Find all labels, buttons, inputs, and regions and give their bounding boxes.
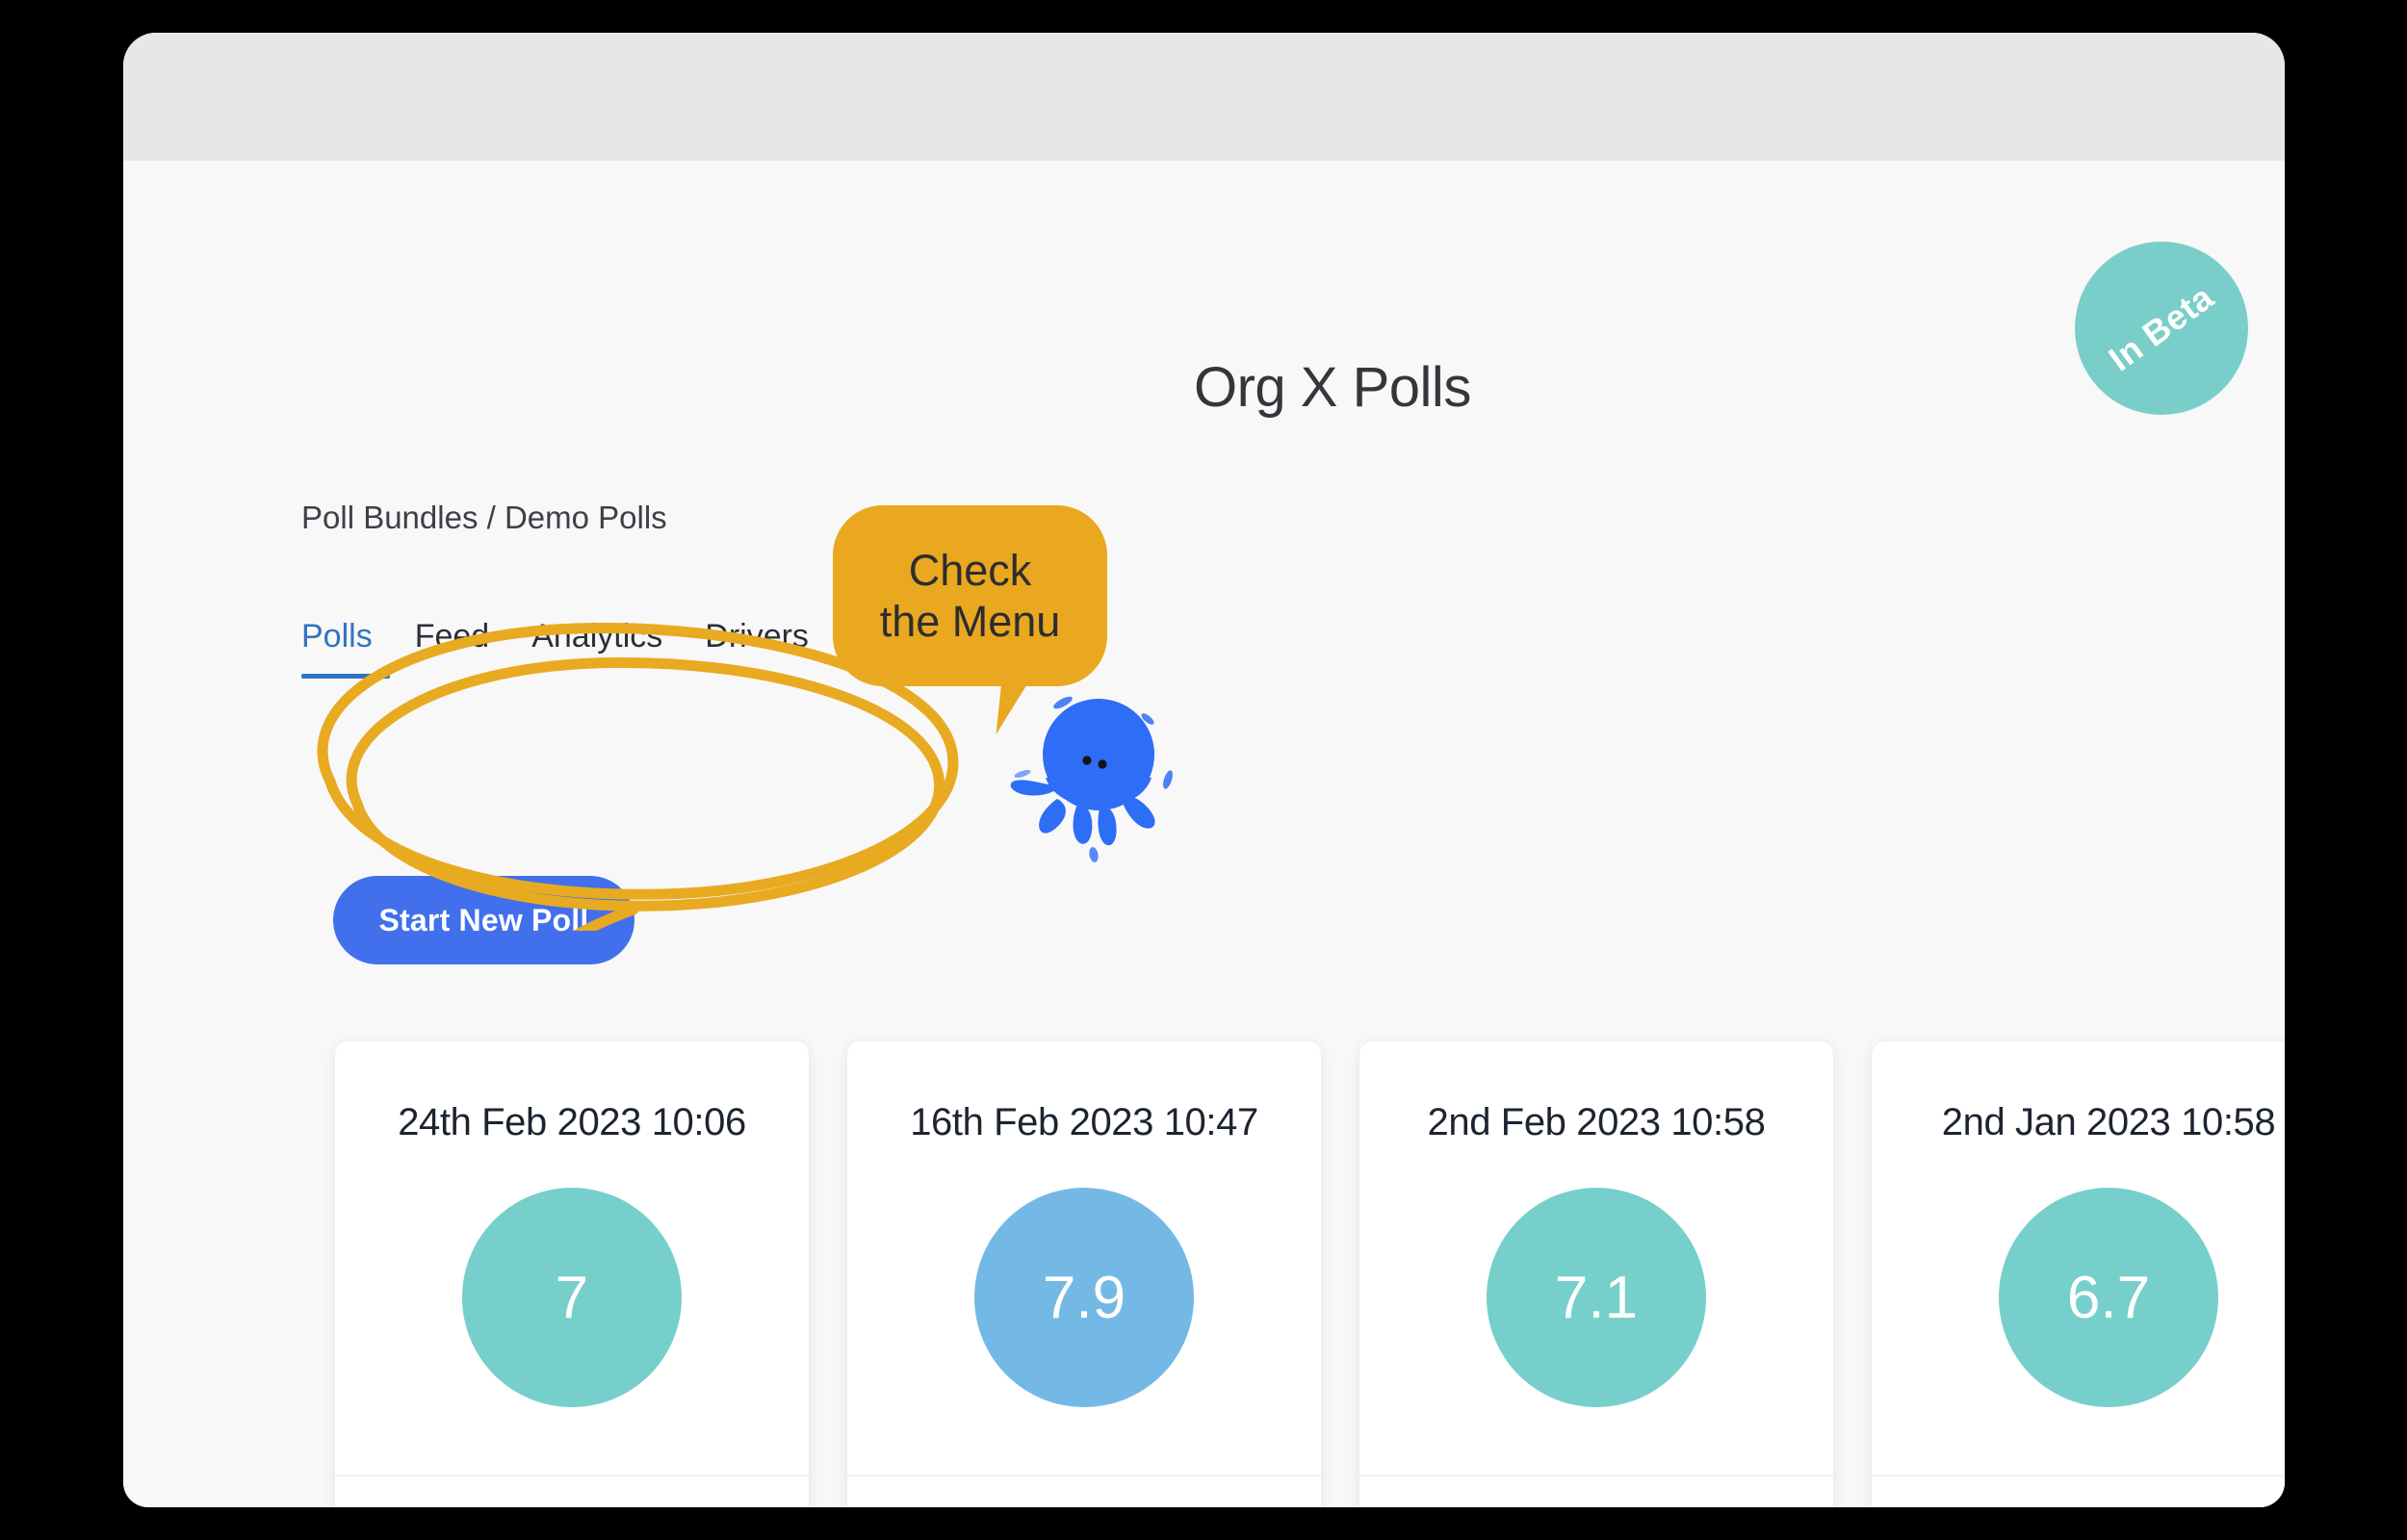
- poll-card-date: 24th Feb 2023 10:06: [398, 1101, 746, 1143]
- page-title: Org X Polls: [1194, 356, 1471, 419]
- tab-analytics[interactable]: Analytics: [531, 618, 705, 679]
- poll-card[interactable]: 2nd Feb 2023 10:58 7.1: [1359, 1041, 1833, 1507]
- poll-score-circle: 7.1: [1487, 1188, 1706, 1407]
- poll-card-footer: [335, 1475, 809, 1507]
- poll-card-date: 2nd Jan 2023 10:58: [1941, 1101, 2276, 1143]
- poll-score-value: 7: [555, 1264, 589, 1331]
- tab-feed-label: Feed: [414, 618, 490, 654]
- tab-polls-label: Polls: [301, 618, 373, 654]
- status-badge-label: In Beta: [2101, 276, 2221, 379]
- tab-analytics-label: Analytics: [531, 618, 663, 654]
- poll-score-value: 7.9: [1042, 1264, 1126, 1331]
- window-content: In Beta Org X Polls Poll Bundles / Demo …: [123, 161, 2285, 1507]
- poll-score-value: 7.1: [1554, 1264, 1639, 1331]
- octopus-eye-left: [1082, 756, 1092, 765]
- poll-score-circle: 7: [462, 1188, 682, 1407]
- poll-score-circle: 7.9: [974, 1188, 1194, 1407]
- poll-card[interactable]: 24th Feb 2023 10:06 7: [335, 1041, 809, 1507]
- tab-drivers[interactable]: Drivers: [705, 618, 851, 679]
- tab-feed[interactable]: Feed: [415, 618, 532, 679]
- poll-card-date: 16th Feb 2023 10:47: [910, 1101, 1258, 1143]
- poll-card-body: 2nd Feb 2023 10:58 7.1: [1359, 1041, 1833, 1475]
- poll-card[interactable]: 16th Feb 2023 10:47 7.9: [847, 1041, 1321, 1507]
- octopus-eye-right: [1098, 759, 1107, 769]
- poll-card-date: 2nd Feb 2023 10:58: [1427, 1101, 1766, 1143]
- callout-speech-bubble: Check the Menu: [833, 505, 1107, 686]
- poll-cards-grid: 24th Feb 2023 10:06 7 16th Feb 2023 10:4…: [335, 1041, 2285, 1507]
- status-badge-in-beta: In Beta: [2075, 242, 2248, 415]
- poll-card-footer: [1872, 1475, 2285, 1507]
- tab-polls[interactable]: Polls: [301, 618, 415, 679]
- app-window: In Beta Org X Polls Poll Bundles / Demo …: [123, 33, 2285, 1507]
- poll-card-footer: [1359, 1475, 1833, 1507]
- poll-card[interactable]: 2nd Jan 2023 10:58 6.7: [1872, 1041, 2285, 1507]
- poll-score-circle: 6.7: [1999, 1188, 2218, 1407]
- window-titlebar: [123, 33, 2285, 161]
- tab-drivers-label: Drivers: [705, 618, 809, 654]
- poll-card-footer: [847, 1475, 1321, 1507]
- callout-line-2: the Menu: [879, 597, 1061, 646]
- breadcrumb[interactable]: Poll Bundles / Demo Polls: [301, 500, 667, 536]
- tabbar: Polls Feed Analytics Drivers: [301, 618, 851, 679]
- callout-text: Check the Menu: [867, 545, 1074, 647]
- callout-line-1: Check: [908, 545, 1032, 595]
- start-new-poll-button[interactable]: Start New Poll: [333, 876, 634, 964]
- octopus-mascot-icon: [1010, 696, 1173, 862]
- poll-card-body: 16th Feb 2023 10:47 7.9: [847, 1041, 1321, 1475]
- poll-card-body: 24th Feb 2023 10:06 7: [335, 1041, 809, 1475]
- poll-card-body: 2nd Jan 2023 10:58 6.7: [1872, 1041, 2285, 1475]
- poll-score-value: 6.7: [2066, 1264, 2151, 1331]
